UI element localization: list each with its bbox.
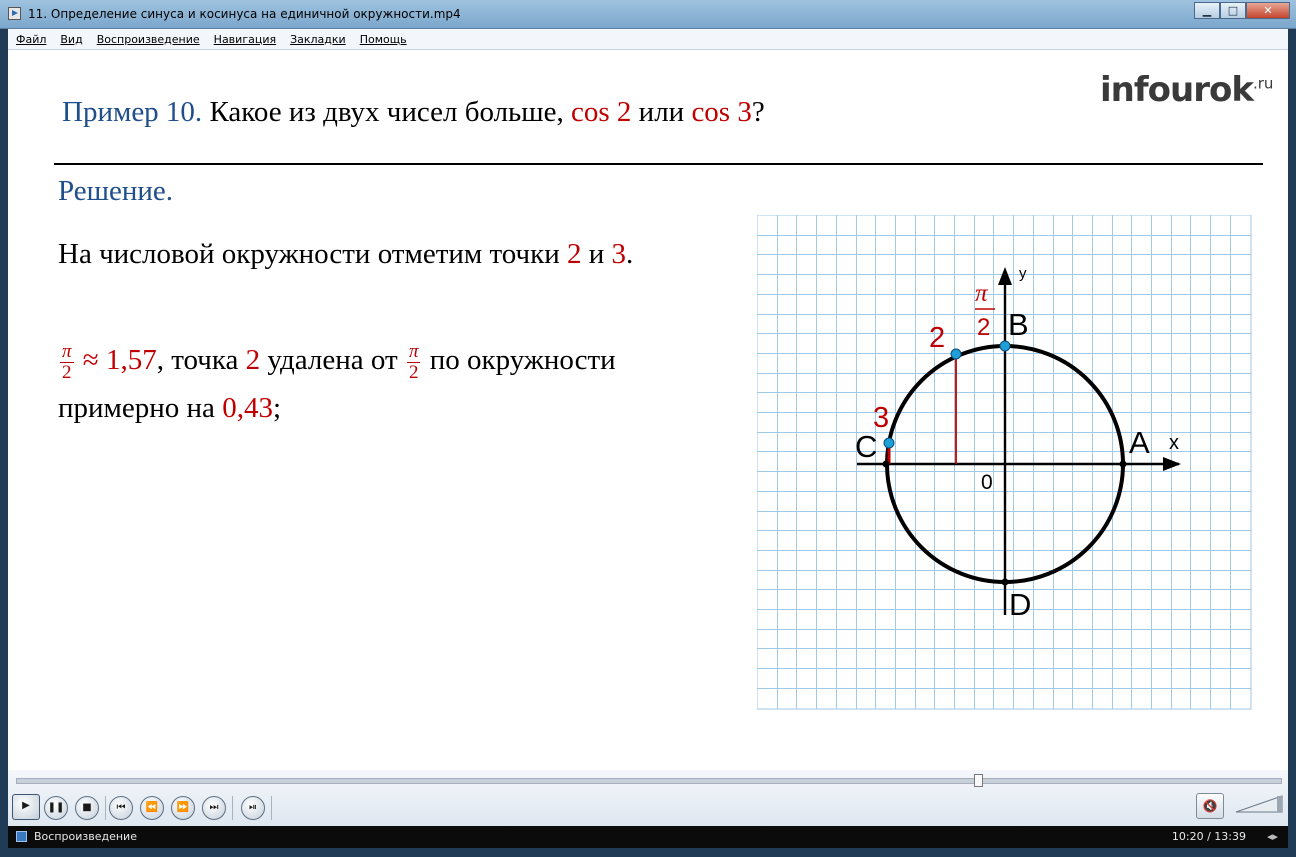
- point-2-label: 2: [929, 322, 945, 354]
- para2-value: 0,43: [222, 392, 273, 424]
- point-b-marker: [999, 340, 1011, 352]
- pi-half-denominator: 2: [977, 314, 990, 341]
- para1-text: На числовой окружности отметим точки: [58, 238, 567, 270]
- controls-divider-3: [271, 796, 272, 820]
- close-button[interactable]: ✕: [1246, 2, 1290, 19]
- menu-playback[interactable]: Воспроизведение: [97, 33, 200, 46]
- y-axis-label: y: [1019, 265, 1027, 282]
- app-icon: [8, 7, 21, 20]
- approx-value: ≈ 1,57: [82, 344, 157, 376]
- heading-divider: [54, 163, 1263, 165]
- rewind-button[interactable]: ⏪: [140, 796, 164, 820]
- volume-slider[interactable]: [1234, 794, 1284, 814]
- maximize-button[interactable]: □: [1220, 2, 1246, 19]
- point-c-label: C: [855, 429, 877, 464]
- para1-num2: 2: [567, 238, 582, 270]
- forward-button[interactable]: ⏩: [171, 796, 195, 820]
- heading-question: ?: [751, 96, 765, 128]
- point-d-mark: [1001, 578, 1009, 586]
- frame-step-button[interactable]: ⏯: [241, 796, 265, 820]
- menu-bar: Файл Вид Воспроизведение Навигация Закла…: [8, 29, 1288, 50]
- seek-thumb[interactable]: [974, 774, 983, 787]
- stop-button[interactable]: ■: [75, 796, 99, 820]
- origin-label: 0: [981, 471, 993, 494]
- paragraph-distance: π2 ≈ 1,57, точка 2 удалена от π2 по окру…: [58, 336, 758, 432]
- fraction-denominator: 2: [62, 361, 72, 383]
- para2-roughly: примерно на: [58, 392, 223, 424]
- logo-suffix: .ru: [1252, 74, 1274, 93]
- volume-thumb[interactable]: [1277, 796, 1282, 812]
- play-button[interactable]: ▶: [12, 794, 40, 820]
- mute-button[interactable]: 🔇: [1196, 793, 1224, 819]
- minimize-button[interactable]: ▁: [1194, 2, 1220, 19]
- x-axis-label: x: [1169, 432, 1179, 454]
- heading-cos2: cos 2: [571, 96, 632, 128]
- previous-button[interactable]: ⏮: [109, 796, 133, 820]
- resize-grip-icon[interactable]: ◂▸: [1267, 830, 1278, 843]
- heading-or: или: [631, 96, 692, 128]
- pi-over-2-fraction: π2: [60, 340, 74, 383]
- controls-divider-2: [232, 796, 233, 820]
- para2-num2: 2: [245, 344, 261, 376]
- controls-divider: [105, 796, 106, 820]
- playback-status-icon: [16, 831, 27, 842]
- point-a-mark: [1119, 460, 1127, 468]
- solution-label: Решение.: [58, 175, 173, 207]
- para2-end: ;: [272, 392, 281, 424]
- fraction-numerator-2: π: [406, 340, 421, 363]
- unit-circle-diagram: y x 0 A B C D 2 3 π 2: [757, 215, 1252, 710]
- point-3-label: 3: [873, 402, 889, 434]
- status-bar: Воспроизведение 10:20 / 13:39 ◂▸: [8, 826, 1288, 848]
- menu-help[interactable]: Помощь: [360, 33, 407, 46]
- pause-button[interactable]: ❚❚: [44, 796, 68, 820]
- window-buttons: ▁ □ ✕: [1194, 2, 1290, 20]
- video-frame[interactable]: Пример 10. Какое из двух чисел больше, c…: [8, 50, 1288, 770]
- para2-approx: ≈ 1,57: [76, 344, 157, 376]
- logo-main: infourok: [1100, 70, 1254, 110]
- point-3-marker: [883, 437, 895, 449]
- menu-view[interactable]: Вид: [60, 33, 82, 46]
- next-button[interactable]: ⏭: [202, 796, 226, 820]
- para2-point: , точка: [156, 344, 246, 376]
- example-heading: Пример 10. Какое из двух чисел больше, c…: [62, 96, 765, 129]
- point-2-marker: [950, 348, 962, 360]
- menu-navigation[interactable]: Навигация: [214, 33, 276, 46]
- playback-status: Воспроизведение: [34, 830, 137, 843]
- playback-time: 10:20 / 13:39: [1171, 830, 1246, 843]
- para1-num3: 3: [611, 238, 627, 270]
- fraction-denominator-2: 2: [408, 361, 419, 383]
- pi-over-2-fraction-2: π2: [406, 340, 421, 383]
- infourok-logo: infourok.ru: [1100, 70, 1273, 110]
- para1-end: .: [626, 238, 634, 270]
- menu-file[interactable]: Файл: [16, 33, 46, 46]
- para2-removed: удалена от: [260, 344, 405, 376]
- point-c-mark: [882, 460, 890, 468]
- window-title: 11. Определение синуса и косинуса на еди…: [28, 7, 461, 21]
- para2-along: по окружности: [422, 344, 616, 376]
- heading-text: Какое из двух чисел больше,: [202, 96, 571, 128]
- menu-bookmarks[interactable]: Закладки: [290, 33, 346, 46]
- title-bar: 11. Определение синуса и косинуса на еди…: [0, 0, 1296, 29]
- pi-half-numerator: π: [975, 280, 989, 307]
- paragraph-points: На числовой окружности отметим точки 2 и…: [58, 234, 738, 274]
- seek-bar[interactable]: [16, 774, 1282, 787]
- heading-cos3: cos 3: [691, 96, 752, 128]
- fraction-numerator: π: [60, 340, 74, 363]
- point-a-label: A: [1129, 425, 1150, 460]
- example-number: Пример 10.: [62, 96, 203, 128]
- para1-and: и: [581, 238, 612, 270]
- point-d-label: D: [1009, 587, 1031, 622]
- point-b-label: B: [1008, 307, 1029, 342]
- player-controls: ▶ ❚❚ ■ ⏮ ⏪ ⏩ ⏭ ⏯ 🔇: [8, 770, 1288, 826]
